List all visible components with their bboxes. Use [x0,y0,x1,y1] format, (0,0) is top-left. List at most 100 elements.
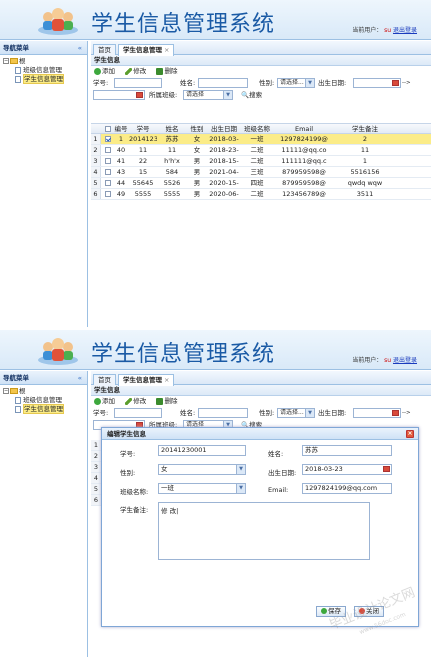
table-row[interactable]: 2 40 11 11 女 2018-23- 二班 11111@qq.co 11 [91,145,431,156]
class-select-value: 请选择 [186,91,205,98]
calendar-icon[interactable] [383,466,390,472]
table-cell: qwdq wqw [347,179,383,187]
tab-home[interactable]: 首页 [93,44,116,55]
name-input[interactable] [198,408,248,418]
table-cell: 11 [167,146,177,154]
add-label: 添加 [102,397,115,405]
row-checkbox[interactable] [103,189,113,199]
search-row-1: 学号: 姓名: 性别: 请选择... ▼ 出生日期: --> [91,77,431,89]
delete-button[interactable]: 删除 [156,396,177,407]
sidebar-item-label: 班级信息管理 [23,66,62,74]
table-cell: 11111@qq.co [281,146,327,154]
tab-bar: 首页 学生信息管理 × [91,41,431,56]
stu-no-input[interactable] [114,78,162,88]
table-row[interactable]: 3 41 22 h'h'x 男 2018-15- 二班 111111@qq.c 1 [91,156,431,167]
row-checkbox[interactable] [103,167,113,177]
name-field[interactable]: 苏苏 [302,445,392,456]
remark-textarea[interactable]: 修 改| [158,502,370,560]
tab-student-mgmt[interactable]: 学生信息管理 × [118,374,175,386]
add-button[interactable]: 添加 [94,396,115,407]
table-cell: 女 [193,135,201,143]
row-number: 1 [91,134,101,144]
birth-value: 2018-03-23 [305,465,343,473]
table-row[interactable]: 6 49 5555 5555 男 2020-06- 二班 123456789@ 3511 [91,189,431,200]
col-header[interactable]: 姓名 [157,124,187,134]
edit-label: 修改 [133,67,147,75]
sidebar-item-student-mgmt[interactable]: 学生信息管理 [3,74,87,84]
table-cell: 四班 [250,179,264,187]
calendar-icon[interactable] [136,92,143,98]
nav-sidebar: 导航菜单 « − 根 班级信息管理 学生信息管理 [0,371,88,657]
logout-link[interactable]: 退出登录 [393,357,417,364]
add-button[interactable]: 添加 [94,66,115,77]
background-row-numbers: 1 2 3 4 5 6 [91,440,101,506]
delete-icon [156,397,164,405]
col-header[interactable]: 出生日期 [207,124,241,134]
nav-title: 导航菜单 [3,44,29,52]
table-cell: 苏苏 [165,135,179,143]
tab-close-icon[interactable]: × [164,46,169,54]
page-icon [15,66,21,74]
row-number: 2 [91,451,101,462]
row-checkbox[interactable] [103,145,113,155]
col-header[interactable]: 编号 [113,124,129,134]
tree-root[interactable]: − 根 [3,387,87,396]
tree-collapse-icon[interactable]: − [3,58,9,64]
collapse-icon[interactable]: « [78,41,82,55]
calendar-icon[interactable] [392,80,399,86]
tree-root[interactable]: − 根 [3,57,87,66]
tree-collapse-icon[interactable]: − [3,388,9,394]
stu-no-input[interactable] [114,408,162,418]
birth-field[interactable]: 2018-03-23 [302,464,392,475]
table-row[interactable]: 4 43 15 584 男 2021-04- 三班 879959598@ 5516156 [91,167,431,178]
logout-link[interactable]: 退出登录 [393,27,417,34]
close-icon[interactable]: × [406,430,414,438]
nav-header: 导航菜单 « [0,371,87,385]
col-header[interactable]: 班级名称 [241,124,273,134]
col-header[interactable]: Email [273,124,335,134]
sex-select[interactable]: 请选择... ▼ [277,408,315,418]
table-cell: 49 [116,190,126,198]
collapse-icon[interactable]: « [78,371,82,385]
class-select[interactable]: 一班 ▼ [158,483,246,494]
tab-bar: 首页 学生信息管理 × [91,371,431,386]
tab-close-icon[interactable]: × [164,376,169,384]
edit-button[interactable]: 修改 [125,396,146,407]
table-row[interactable]: 1 1 2014123 苏苏 女 2018-03- 一班 1297824199@ 2 [91,134,431,145]
edit-button[interactable]: 修改 [125,66,146,77]
name-label: 姓名: [268,450,284,458]
col-header[interactable]: 学号 [129,124,157,134]
delete-button[interactable]: 删除 [156,66,177,77]
col-header[interactable]: 学生备注 [335,124,395,134]
row-checkbox[interactable] [103,178,113,188]
row-checkbox[interactable] [103,156,113,166]
stu-no-field[interactable]: 20141230001 [158,445,246,456]
user-bar: 当前用户： su 退出登录 [352,25,417,34]
birth-end-input[interactable] [93,90,145,100]
remark-label: 学生备注: [120,506,149,514]
sex-select[interactable]: 请选择... ▼ [277,78,315,88]
table-cell: 三班 [250,168,264,176]
calendar-icon[interactable] [392,410,399,416]
select-all-checkbox[interactable] [103,124,113,134]
search-button[interactable]: 🔍搜索 [241,89,262,101]
table-cell: 15 [138,168,148,176]
tab-home[interactable]: 首页 [93,374,116,385]
row-checkbox[interactable] [103,134,113,144]
email-field[interactable]: 1297824199@qq.com [302,483,392,494]
table-cell: 5555 [134,190,152,198]
birth-start-input[interactable] [353,408,401,418]
table-row[interactable]: 5 44 55645 5526 男 2020-15- 四班 879959598@ qwdq wq… [91,178,431,189]
col-header[interactable]: 性别 [187,124,207,134]
sex-label: 性别: [259,79,275,87]
edit-label: 修改 [133,397,147,405]
class-select[interactable]: 请选择 ▼ [183,90,233,100]
birth-start-input[interactable] [353,78,401,88]
sex-select[interactable]: 女 ▼ [158,464,246,475]
name-input[interactable] [198,78,248,88]
table-cell: 1297824199@ [280,135,328,143]
main-area: 首页 学生信息管理 × 学生信息 添加 修改 删除 学号: 姓名: 性别: 请选择… [91,41,431,327]
sidebar-item-student-mgmt[interactable]: 学生信息管理 [3,404,87,414]
row-number: 4 [91,167,101,177]
tab-student-mgmt[interactable]: 学生信息管理 × [118,44,175,56]
